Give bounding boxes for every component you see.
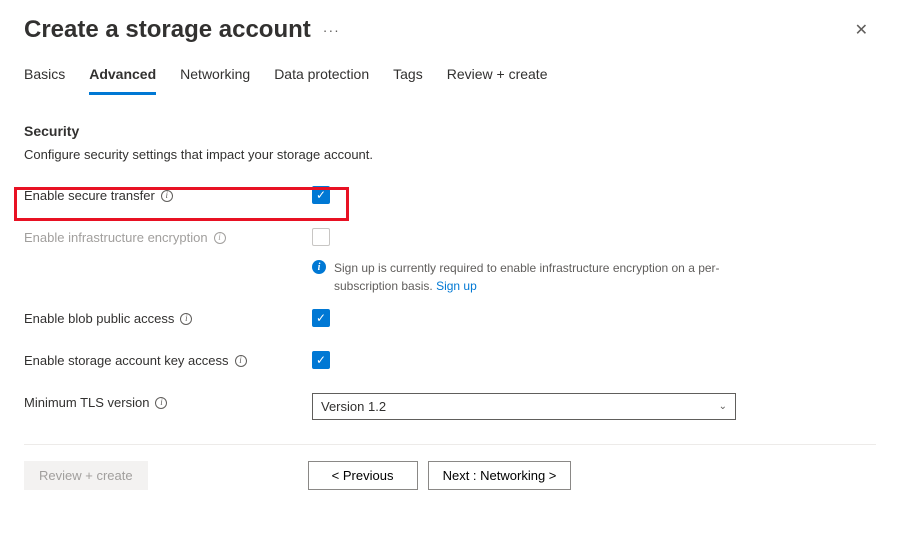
checkbox-blob-public-access[interactable]: ✓ — [312, 309, 330, 327]
info-icon[interactable]: i — [235, 355, 247, 367]
page-title: Create a storage account — [24, 16, 311, 44]
tab-networking[interactable]: Networking — [180, 66, 250, 95]
tab-basics[interactable]: Basics — [24, 66, 65, 95]
previous-button[interactable]: < Previous — [308, 461, 418, 490]
info-icon[interactable]: i — [155, 397, 167, 409]
section-heading-security: Security — [24, 123, 876, 139]
infra-encryption-info-text: Sign up is currently required to enable … — [334, 259, 736, 295]
label-blob-public-access: Enable blob public access — [24, 311, 174, 326]
label-tls-version: Minimum TLS version — [24, 395, 149, 410]
checkmark-icon: ✓ — [316, 189, 326, 201]
signup-link[interactable]: Sign up — [436, 279, 477, 293]
label-secure-transfer: Enable secure transfer — [24, 188, 155, 203]
checkmark-icon: ✓ — [316, 312, 326, 324]
info-badge-icon: i — [312, 260, 326, 274]
checkmark-icon: ✓ — [316, 354, 326, 366]
next-button[interactable]: Next : Networking > — [428, 461, 572, 490]
chevron-down-icon: ⌄ — [719, 401, 727, 412]
more-menu-icon[interactable]: ··· — [323, 22, 340, 38]
checkbox-infrastructure-encryption — [312, 228, 330, 246]
wizard-tabs: Basics Advanced Networking Data protecti… — [0, 44, 900, 95]
label-key-access: Enable storage account key access — [24, 353, 229, 368]
checkbox-key-access[interactable]: ✓ — [312, 351, 330, 369]
tab-review-create[interactable]: Review + create — [447, 66, 548, 95]
select-tls-value: Version 1.2 — [321, 399, 386, 414]
select-tls-version[interactable]: Version 1.2 ⌄ — [312, 393, 736, 420]
close-icon[interactable]: ✕ — [847, 16, 876, 44]
checkbox-secure-transfer[interactable]: ✓ — [312, 186, 330, 204]
tab-advanced[interactable]: Advanced — [89, 66, 156, 95]
info-icon[interactable]: i — [214, 232, 226, 244]
tab-data-protection[interactable]: Data protection — [274, 66, 369, 95]
section-description: Configure security settings that impact … — [24, 147, 876, 162]
info-icon[interactable]: i — [180, 313, 192, 325]
tab-tags[interactable]: Tags — [393, 66, 423, 95]
info-icon[interactable]: i — [161, 190, 173, 202]
review-create-button: Review + create — [24, 461, 148, 490]
label-infrastructure-encryption: Enable infrastructure encryption — [24, 230, 208, 245]
